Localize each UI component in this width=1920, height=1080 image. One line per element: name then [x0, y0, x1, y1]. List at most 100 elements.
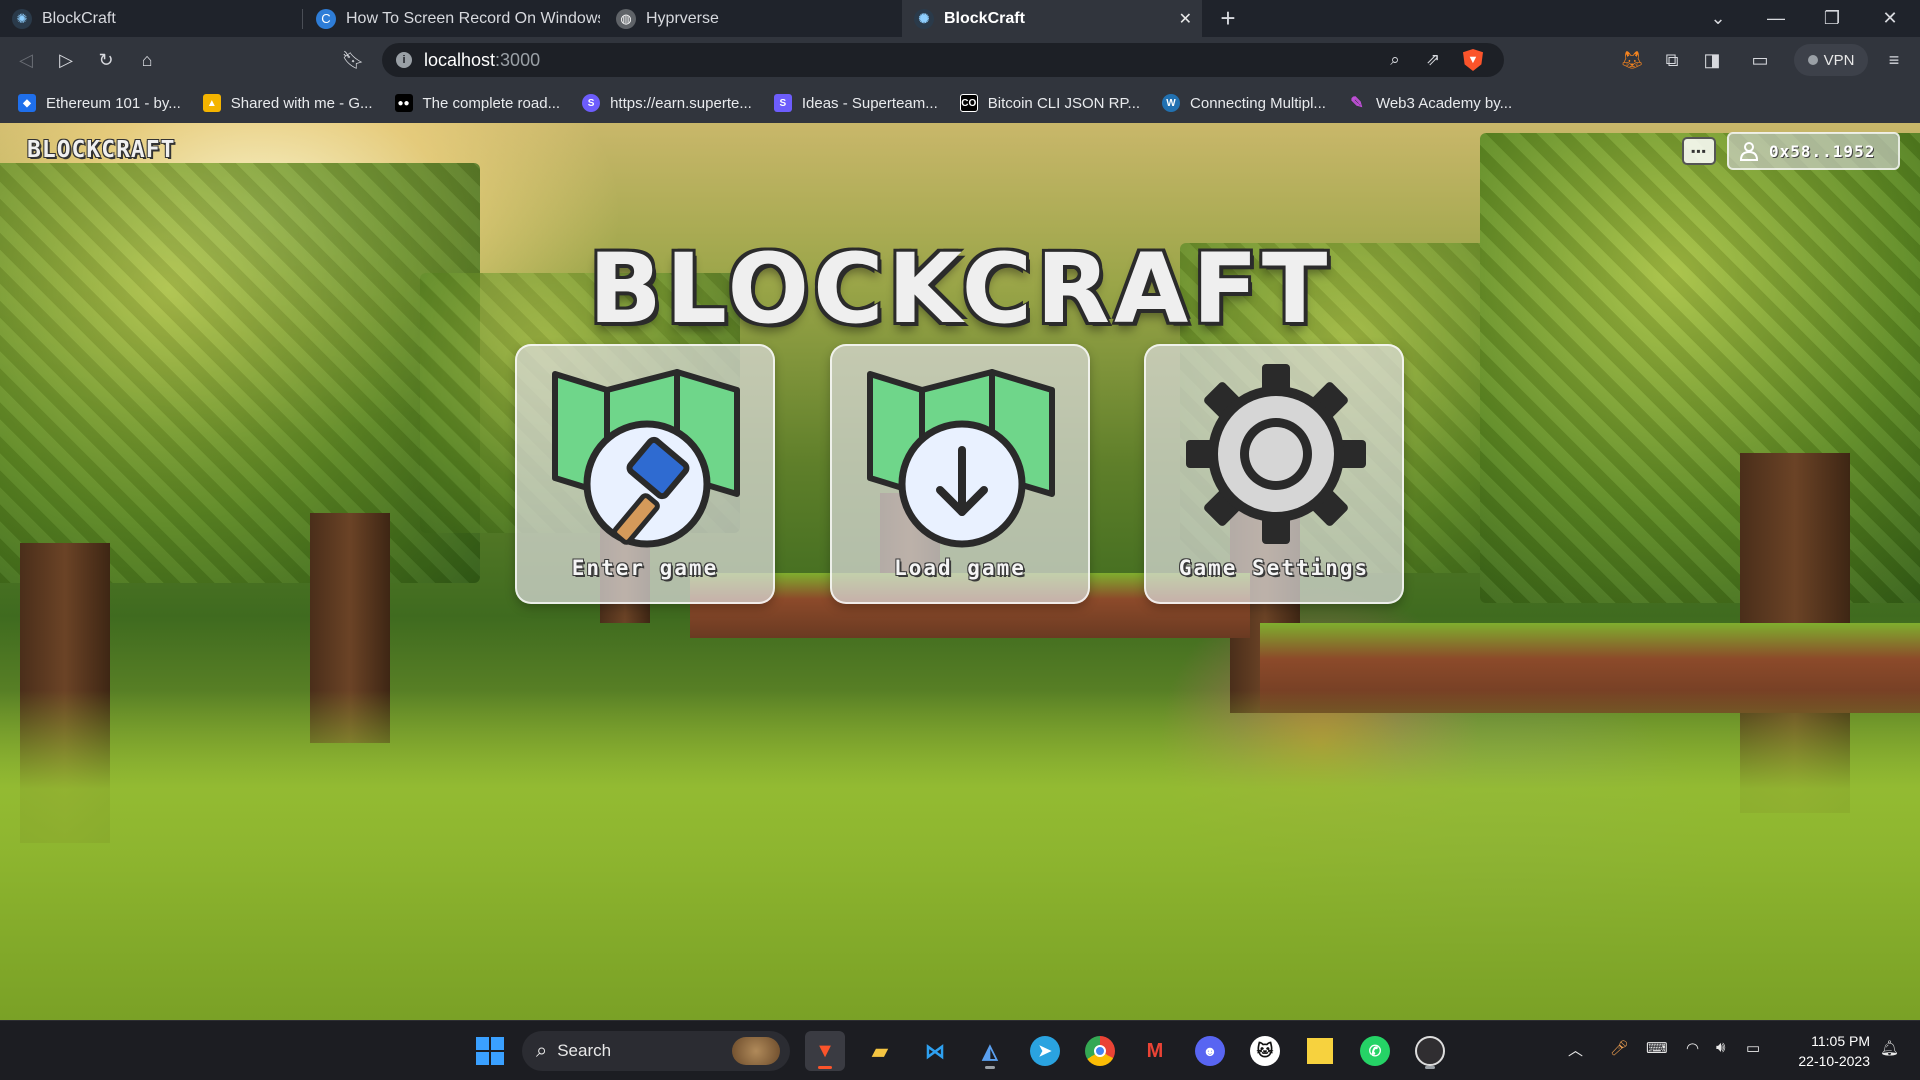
obs-icon[interactable] [1410, 1031, 1450, 1071]
gear-icon [1186, 364, 1366, 544]
whatsapp-icon[interactable]: ✆ [1355, 1031, 1395, 1071]
blockcraft-favicon-icon: ✺ [914, 8, 934, 29]
wifi-icon[interactable]: ◠ [1686, 1039, 1699, 1057]
search-icon: ⌕ [536, 1039, 548, 1062]
game-logo[interactable]: BLOCKCRAFT [27, 137, 175, 163]
bookmark-item[interactable]: Shttps://earn.superte... [582, 94, 752, 112]
sidebar-icon[interactable]: ◨ [1692, 37, 1732, 83]
bookmark-label: Connecting Multipl... [1190, 94, 1326, 112]
windows-taskbar: ⌕ Search ▼ ▰ ⋈ ◭ ➤ M ☻ 🐱︎ ✆ ︿ 🎤︎ ⌨ ◠ 🔊︎ … [0, 1020, 1920, 1080]
vpn-button[interactable]: VPN [1794, 44, 1868, 76]
brave-shields-icon[interactable]: ▼ [1460, 47, 1486, 73]
bookmark-item[interactable]: ▲ Shared with me - G... [202, 94, 373, 112]
tab-hyprverse[interactable]: ◍ Hyprverse [604, 0, 900, 37]
restore-icon[interactable]: ❐ [1810, 0, 1854, 37]
tab-blockcraft-1[interactable]: ✺ BlockCraft [0, 0, 300, 37]
load-game-label: Load game [894, 556, 1026, 580]
game-settings-button[interactable]: Game Settings [1144, 344, 1404, 604]
microphone-icon[interactable]: 🎤︎ [1610, 1039, 1629, 1057]
extensions-icon[interactable]: ⧉ [1652, 37, 1692, 83]
drive-icon: ▲ [202, 94, 221, 112]
game-settings-label: Game Settings [1178, 556, 1370, 580]
new-tab-button[interactable]: + [1206, 0, 1250, 37]
enter-game-button[interactable]: Enter game [515, 344, 775, 604]
bookmark-item[interactable]: ◆ Ethereum 101 - by... [18, 94, 181, 112]
bookmark-item[interactable]: S Ideas - Superteam... [773, 94, 938, 112]
globe-icon: ◍ [616, 8, 636, 29]
windows-start-icon[interactable] [470, 1031, 510, 1071]
search-highlight-icon [732, 1037, 780, 1065]
wallet-account-button[interactable]: 0x58..1952 [1727, 132, 1900, 170]
enter-game-label: Enter game [571, 556, 719, 580]
clock-time: 11:05 PM [1811, 1033, 1870, 1049]
site-info-icon[interactable]: i [396, 52, 412, 68]
tab-label: How To Screen Record On Windows: A [346, 9, 600, 27]
close-window-icon[interactable]: ✕ [1868, 0, 1912, 37]
c-favicon-icon: C [316, 8, 336, 29]
taskbar-search-box[interactable]: ⌕ Search [522, 1031, 790, 1071]
bookmark-item[interactable]: W Connecting Multipl... [1162, 94, 1326, 112]
bookmark-item[interactable]: CO Bitcoin CLI JSON RP... [959, 94, 1140, 112]
bookmark-label: Ethereum 101 - by... [46, 94, 181, 112]
app-icon[interactable]: ◭ [970, 1031, 1010, 1071]
minimize-icon[interactable]: — [1754, 0, 1798, 37]
volume-icon[interactable]: 🔊︎ [1716, 1039, 1725, 1056]
url-port: :3000 [495, 49, 541, 70]
share-icon[interactable]: ⇗ [1420, 47, 1446, 73]
tab-blockcraft-active[interactable]: ✺ BlockCraft ✕ [902, 0, 1202, 37]
system-clock[interactable]: 11:05 PM 22-10-2023 [1782, 1031, 1870, 1071]
game-title: BLOCKCRAFT [588, 233, 1332, 345]
bookmark-label: Shared with me - G... [230, 94, 373, 112]
game-viewport: BLOCKCRAFT ▪▪▪ 0x58..1952 BLOCKCRAFT Ent… [0, 123, 1920, 1020]
keyboard-icon[interactable]: ⌨ [1646, 1039, 1668, 1057]
telegram-icon[interactable]: ➤ [1025, 1031, 1065, 1071]
bookmark-item[interactable]: ✎ Web3 Academy by... [1348, 94, 1513, 113]
tray-chevron-icon[interactable]: ︿ [1568, 1039, 1583, 1060]
blockcraft-favicon-icon: ✺ [12, 8, 32, 29]
bookmark-icon[interactable]: 🔖︎ [333, 37, 373, 83]
home-icon[interactable]: ⌂ [127, 37, 167, 83]
vpn-label: VPN [1823, 51, 1855, 69]
tab-label: BlockCraft [944, 9, 1025, 27]
wordpress-icon: W [1162, 94, 1181, 112]
map-download-icon [867, 369, 1055, 548]
browser-tab-strip: ✺ BlockCraft C How To Screen Record On W… [0, 0, 1920, 37]
sticky-notes-icon[interactable] [1300, 1031, 1340, 1071]
co-icon: CO [959, 94, 978, 112]
chrome-icon[interactable] [1080, 1031, 1120, 1071]
brave-icon[interactable]: ▼ [805, 1031, 845, 1071]
search-label: Search [557, 1041, 612, 1060]
wallet-icon[interactable]: ▭ [1740, 37, 1780, 83]
zoom-icon[interactable]: ⌕ [1382, 47, 1408, 73]
gmail-icon[interactable]: M [1135, 1031, 1175, 1071]
load-game-button[interactable]: Load game [830, 344, 1090, 604]
reload-icon[interactable]: ↻ [86, 37, 126, 83]
back-icon[interactable]: ◁ [6, 37, 46, 83]
tab-search-chevron-icon[interactable]: ⌄ [1696, 0, 1740, 37]
map-hammer-icon [552, 369, 740, 548]
close-tab-icon[interactable]: ✕ [1179, 9, 1192, 29]
address-bar[interactable]: i localhost:3000 ⌕ ⇗ ▼ [382, 43, 1504, 77]
tree-canopy [1480, 133, 1920, 603]
superteam-icon: S [582, 94, 601, 112]
forward-icon[interactable]: ▷ [46, 37, 86, 83]
chat-icon[interactable]: ▪▪▪ [1682, 137, 1716, 165]
github-icon[interactable]: 🐱︎ [1245, 1031, 1285, 1071]
bookmark-item[interactable]: ●● The complete road... [394, 94, 560, 112]
menu-icon[interactable]: ≡ [1874, 37, 1914, 83]
discord-icon[interactable]: ☻ [1190, 1031, 1230, 1071]
tab-screen-record[interactable]: C How To Screen Record On Windows: A [304, 0, 600, 37]
bookmark-label: https://earn.superte... [610, 94, 752, 112]
metamask-icon[interactable]: 🦊︎ [1612, 37, 1652, 83]
tree-canopy [0, 163, 480, 583]
grass-field [0, 690, 1920, 1020]
bookmark-label: Ideas - Superteam... [801, 94, 938, 112]
notifications-icon[interactable]: 🔔︎ [1880, 1039, 1899, 1057]
battery-icon[interactable]: ▭ [1746, 1039, 1760, 1057]
browser-toolbar: ◁ ▷ ↻ ⌂ 🔖︎ i localhost:3000 ⌕ ⇗ ▼ 🦊︎ ⧉ ◨… [0, 37, 1920, 83]
tab-separator [302, 9, 303, 29]
file-explorer-icon[interactable]: ▰ [860, 1031, 900, 1071]
feather-icon: ✎ [1350, 95, 1364, 112]
bookmark-label: Web3 Academy by... [1375, 94, 1513, 112]
vscode-icon[interactable]: ⋈ [915, 1031, 955, 1071]
